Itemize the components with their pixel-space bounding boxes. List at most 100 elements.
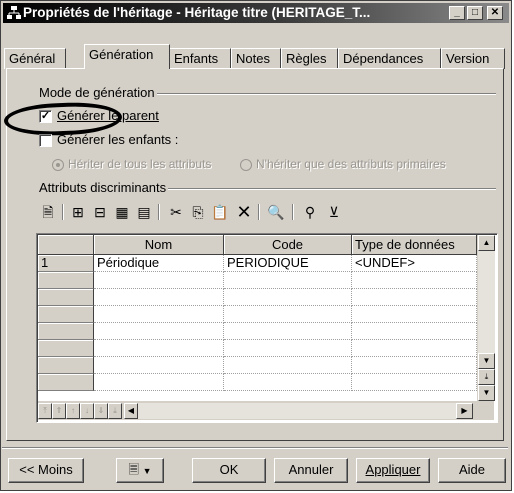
cell-type[interactable]: <UNDEF> [352, 255, 477, 272]
delete-icon[interactable]: ✕ [234, 202, 254, 222]
move-page-up-icon[interactable]: ⇑ [52, 403, 66, 419]
empty-cell[interactable] [352, 323, 477, 340]
grid-header-corner [38, 235, 94, 255]
empty-cell[interactable] [224, 289, 352, 306]
find-icon[interactable]: 🔍 [266, 202, 286, 222]
empty-cell[interactable] [352, 340, 477, 357]
row-header[interactable] [38, 272, 94, 289]
empty-cell[interactable] [94, 357, 224, 374]
add-attributes-icon[interactable]: ▦ [112, 202, 132, 222]
tab-enfants[interactable]: Enfants [169, 48, 231, 69]
row-header[interactable] [38, 340, 94, 357]
inheritance-icon [7, 6, 21, 19]
empty-cell[interactable] [224, 357, 352, 374]
scroll-left-arrow-icon[interactable]: ◀ [124, 403, 138, 419]
cancel-button[interactable]: Annuler [274, 458, 348, 483]
toolbar-separator [158, 204, 160, 220]
empty-cell[interactable] [224, 340, 352, 357]
tab-notes[interactable]: Notes [231, 48, 281, 69]
empty-cell[interactable] [352, 272, 477, 289]
empty-cell[interactable] [352, 289, 477, 306]
row-header[interactable] [38, 323, 94, 340]
grid-bottom-bar: ⤒ ⇑ ↑ ↓ ⇓ ⤓ ◀ ▶ [38, 401, 494, 420]
scroll-up-arrow-icon[interactable]: ▲ [478, 235, 495, 251]
row-header[interactable] [38, 374, 94, 391]
maximize-button[interactable]: □ [467, 6, 483, 20]
toolbar-separator [258, 204, 260, 220]
vertical-scrollbar[interactable]: ▲ ▼ ⤓ ▼ [477, 235, 495, 401]
chevron-down-icon: ▼ [142, 466, 152, 476]
properties-icon[interactable]: 🗎 [38, 202, 58, 222]
tab-generation[interactable]: Génération [84, 44, 170, 69]
empty-cell[interactable] [94, 323, 224, 340]
document-icon: 🗏 [128, 462, 139, 477]
paste-icon[interactable]: 📋 [210, 202, 230, 222]
help-button[interactable]: Aide [438, 458, 506, 483]
tab-label: Version [446, 51, 490, 66]
scroll-last-icon[interactable]: ⤓ [478, 369, 495, 385]
close-button[interactable]: ✕ [487, 6, 503, 20]
toolbar-separator [292, 204, 294, 220]
title-bar[interactable]: Propriétés de l'héritage - Héritage titr… [3, 3, 509, 23]
tab-dependances[interactable]: Dépendances [338, 48, 441, 69]
apply-button[interactable]: Appliquer [356, 458, 430, 483]
scroll-right-arrow-icon[interactable]: ▶ [456, 403, 473, 419]
attributes-grid[interactable]: Nom Code Type de données 1 Périodique PE… [36, 233, 498, 423]
less-button[interactable]: << Moins [8, 458, 84, 483]
ok-button[interactable]: OK [192, 458, 266, 483]
tab-label: Règles [286, 51, 327, 66]
tab-label: Dépendances [343, 51, 424, 66]
minimize-button[interactable]: _ [449, 6, 465, 20]
tab-regles[interactable]: Règles [281, 48, 338, 69]
generate-children-checkbox[interactable] [39, 134, 52, 147]
move-top-icon[interactable]: ⤒ [38, 403, 52, 419]
move-up-icon[interactable]: ↑ [66, 403, 80, 419]
inherit-primary-label: N'hériter que des attributs primaires [256, 157, 446, 171]
copy-icon[interactable]: ⎘ [188, 202, 208, 222]
inherit-all-radio[interactable] [52, 159, 64, 171]
tab-label: Général [9, 51, 56, 66]
row-header[interactable] [38, 306, 94, 323]
empty-cell[interactable] [94, 289, 224, 306]
empty-cell[interactable] [224, 323, 352, 340]
cut-icon[interactable]: ✂ [166, 202, 186, 222]
customize-columns-icon[interactable]: ⚲ [300, 202, 320, 222]
create-attribute-icon[interactable]: ▤ [134, 202, 154, 222]
tab-version[interactable]: Version [441, 48, 505, 69]
tab-label: Notes [236, 51, 270, 66]
grid-header-code[interactable]: Code [224, 235, 352, 255]
row-number[interactable]: 1 [38, 255, 94, 272]
empty-cell[interactable] [94, 306, 224, 323]
empty-cell[interactable] [352, 374, 477, 391]
empty-cell[interactable] [94, 374, 224, 391]
empty-cell[interactable] [224, 306, 352, 323]
row-header[interactable] [38, 289, 94, 306]
empty-cell[interactable] [224, 374, 352, 391]
row-header[interactable] [38, 357, 94, 374]
empty-cell[interactable] [94, 272, 224, 289]
horizontal-scroll-track[interactable] [138, 403, 456, 419]
window-title: Propriétés de l'héritage - Héritage titr… [23, 5, 371, 20]
scroll-down-arrow-icon[interactable]: ▼ [478, 353, 495, 369]
cell-nom[interactable]: Périodique [94, 255, 224, 272]
move-bottom-icon[interactable]: ⤓ [108, 403, 122, 419]
tab-general[interactable]: Général [4, 48, 66, 69]
grid-header-type[interactable]: Type de données [352, 235, 477, 255]
add-row-icon[interactable]: ⊟ [90, 202, 110, 222]
filter-icon[interactable]: ⊻ [324, 202, 344, 222]
inherit-primary-radio[interactable] [240, 159, 252, 171]
scroll-bottom-icon[interactable]: ▼ [478, 385, 495, 401]
empty-cell[interactable] [94, 340, 224, 357]
move-page-down-icon[interactable]: ⇓ [94, 403, 108, 419]
grid-header-nom[interactable]: Nom [94, 235, 224, 255]
insert-row-icon[interactable]: ⊞ [68, 202, 88, 222]
cell-code[interactable]: PERIODIQUE [224, 255, 352, 272]
tab-label: Génération [89, 47, 154, 62]
move-down-icon[interactable]: ↓ [80, 403, 94, 419]
options-menu-button[interactable]: 🗏 ▼ [116, 458, 164, 483]
inherit-all-label: Hériter de tous les attributs [68, 157, 212, 171]
empty-cell[interactable] [224, 272, 352, 289]
empty-cell[interactable] [352, 306, 477, 323]
empty-cell[interactable] [352, 357, 477, 374]
mode-group-label: Mode de génération [37, 85, 157, 100]
